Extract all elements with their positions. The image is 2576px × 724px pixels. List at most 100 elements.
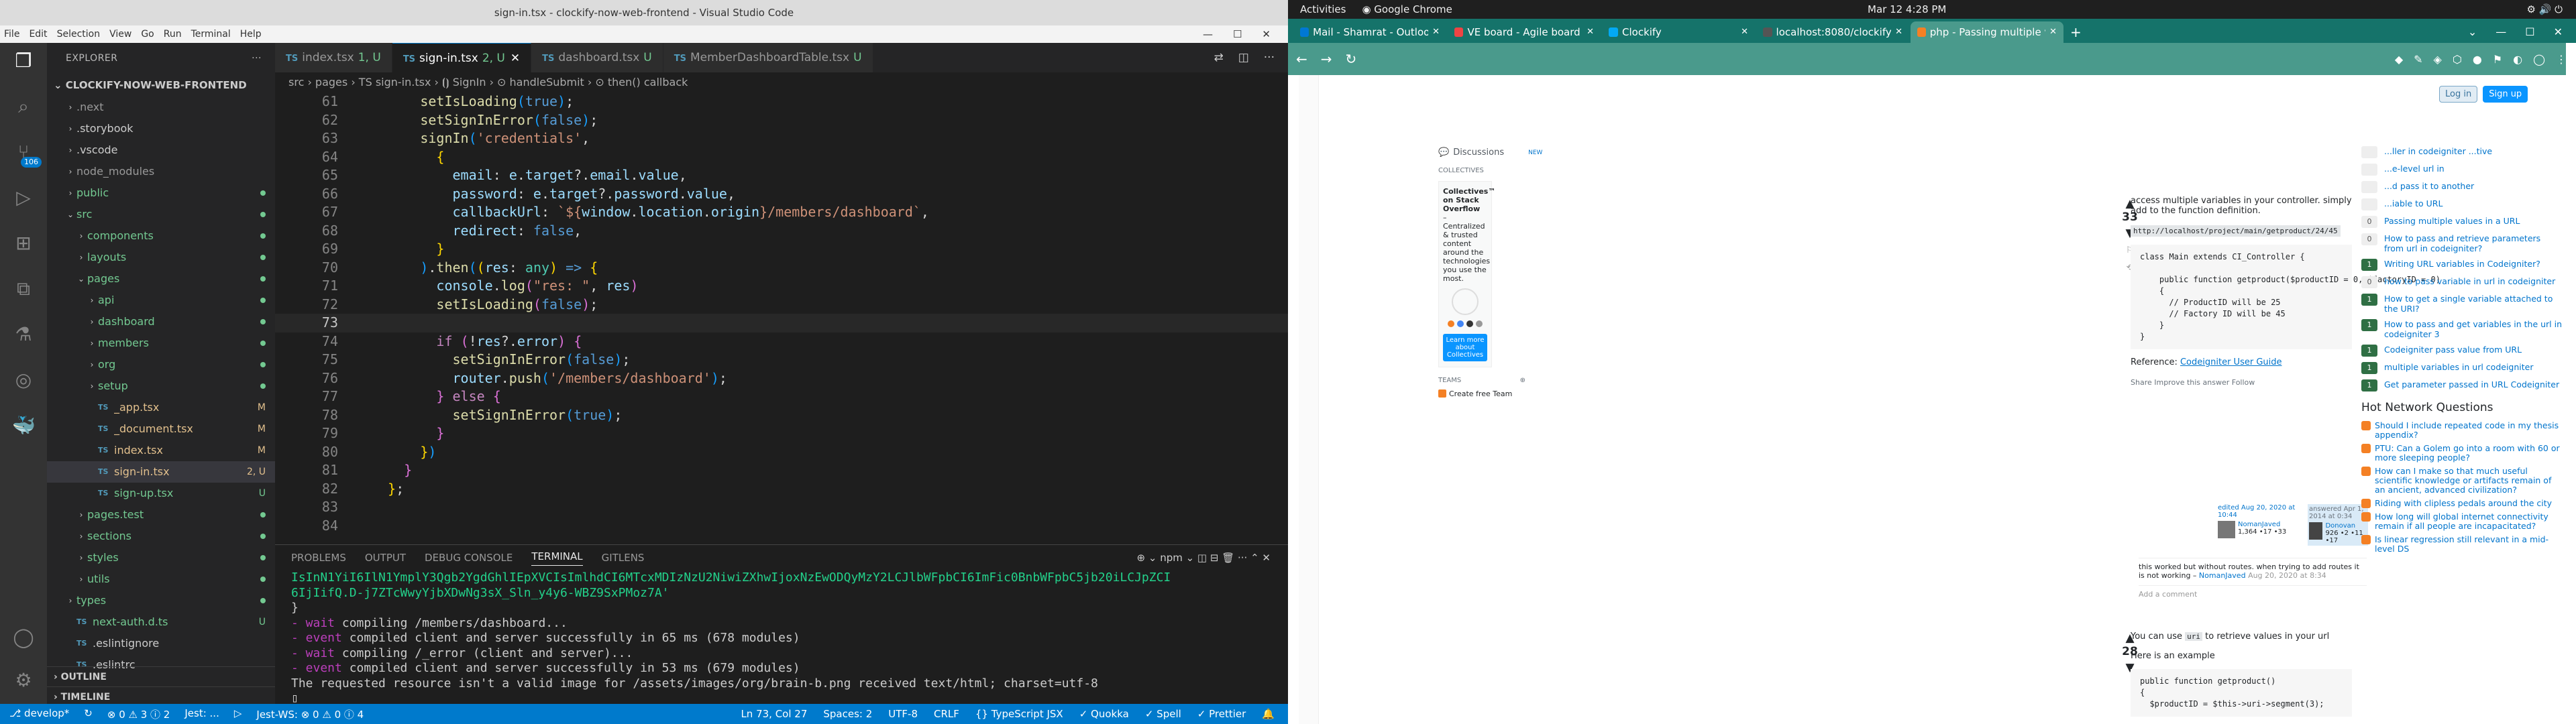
related-link[interactable]: Get parameter passed in URL Codeigniter xyxy=(2384,379,2559,391)
hot-question[interactable]: Should I include repeated code in my the… xyxy=(2361,421,2563,440)
folder-item[interactable]: › sections xyxy=(47,526,275,547)
search-icon[interactable]: ⌕ xyxy=(12,95,35,118)
extension-icon[interactable]: ◆ xyxy=(2395,53,2403,66)
hot-question[interactable]: How can I make so that much useful scien… xyxy=(2361,467,2563,495)
author-avatar[interactable] xyxy=(2309,522,2323,540)
code-editor[interactable]: 61 setIsLoading(true); 62 setSignInError(… xyxy=(275,93,1288,544)
related-question[interactable]: ...ller in codeigniter ...tive xyxy=(2361,146,2563,158)
status-item[interactable]: ▷ xyxy=(234,707,242,721)
status-item[interactable]: Jest-WS: ⊗ 0 ⚠ 0 ⓘ 4 xyxy=(256,707,364,721)
source-control-icon[interactable]: ⑂ 106 xyxy=(12,141,42,168)
run-debug-icon[interactable]: ▷ xyxy=(12,186,35,209)
folder-item[interactable]: › org xyxy=(47,354,275,375)
folder-item[interactable]: › .storybook xyxy=(47,118,275,139)
browser-tab[interactable]: VE board - Agile board - ✕ xyxy=(1448,21,1601,43)
split-editor-icon[interactable]: ◫ xyxy=(1238,51,1249,64)
tab-search-icon[interactable]: ⌄ xyxy=(2468,21,2477,43)
chrome-menu-icon[interactable]: ⋮ xyxy=(2556,53,2567,66)
status-item[interactable]: CRLF xyxy=(934,708,959,720)
file-item[interactable]: TS next-auth.d.ts U xyxy=(47,611,275,633)
learn-more-button[interactable]: Learn more about Collectives xyxy=(1443,334,1487,361)
terminal-output[interactable]: IsInN1YiI6IlN1YmplY3Qgb2YgdGhlIEpXVCIsIm… xyxy=(275,570,1288,707)
related-link[interactable]: How to get a single variable attached to… xyxy=(2384,294,2563,314)
extensions-icon[interactable]: ⊞ xyxy=(12,232,35,255)
related-question[interactable]: 1 Writing URL variables in Codeigniter? xyxy=(2361,259,2563,271)
editor-avatar[interactable] xyxy=(2218,521,2235,538)
close-icon[interactable]: ✕ xyxy=(2554,21,2563,43)
related-question[interactable]: 1 How to pass and get variables in the ur… xyxy=(2361,319,2563,339)
panel-tab[interactable]: OUTPUT xyxy=(365,552,406,564)
folder-item[interactable]: › setup xyxy=(47,375,275,397)
menu-file[interactable]: File xyxy=(4,29,19,40)
activities-button[interactable]: Activities xyxy=(1300,3,1346,15)
related-link[interactable]: Codeigniter pass value from URL xyxy=(2384,345,2522,357)
file-item[interactable]: TS .eslintignore xyxy=(47,633,275,654)
browser-tab[interactable]: php - Passing multiple va ✕ xyxy=(1911,21,2063,43)
maximize-icon[interactable]: ☐ xyxy=(1233,28,1242,40)
extension-icon[interactable]: ⚑ xyxy=(2493,53,2502,66)
more-actions-icon[interactable]: ··· xyxy=(252,43,275,74)
editor-name[interactable]: NomanJaved xyxy=(2238,521,2280,528)
extension-icon[interactable]: ⬡ xyxy=(2453,53,2462,66)
comment-user[interactable]: NomanJaved xyxy=(2199,571,2246,580)
panel-tab[interactable]: PROBLEMS xyxy=(291,552,346,564)
project-folder[interactable]: ⌄ CLOCKIFY-NOW-WEB-FRONTEND xyxy=(47,74,275,97)
related-link[interactable]: ...d pass it to another xyxy=(2384,181,2474,193)
folder-item[interactable]: › styles xyxy=(47,547,275,568)
panel-tab[interactable]: DEBUG CONSOLE xyxy=(425,552,513,564)
related-question[interactable]: 0 Passing multiple values in a URL xyxy=(2361,216,2563,228)
close-tab-icon[interactable]: ✕ xyxy=(1587,21,1594,43)
folder-item[interactable]: › dashboard xyxy=(47,311,275,333)
minimize-icon[interactable]: — xyxy=(1203,28,1213,40)
profile-avatar-icon[interactable]: ◯ xyxy=(2533,53,2545,66)
folder-item[interactable]: › node_modules xyxy=(47,161,275,182)
menu-view[interactable]: View xyxy=(109,29,131,40)
signup-button[interactable]: Sign up xyxy=(2483,86,2528,103)
related-question[interactable]: 1 multiple variables in url codeigniter xyxy=(2361,362,2563,374)
status-item[interactable]: ↻ xyxy=(84,707,93,721)
folder-item[interactable]: › members xyxy=(47,333,275,354)
folder-item[interactable]: › public xyxy=(47,182,275,204)
status-item[interactable]: UTF-8 xyxy=(888,708,918,720)
status-item[interactable]: 🔔 xyxy=(1262,708,1275,720)
folder-item[interactable]: › pages.test xyxy=(47,504,275,526)
forward-icon[interactable]: → xyxy=(1321,51,1332,67)
menu-run[interactable]: Run xyxy=(164,29,182,40)
menu-go[interactable]: Go xyxy=(141,29,154,40)
folder-item[interactable]: › .next xyxy=(47,97,275,118)
related-link[interactable]: How to pass and retrieve parameters from… xyxy=(2384,233,2563,253)
editor-tab[interactable]: TS MemberDashboardTable.tsx U xyxy=(663,43,873,72)
hot-question[interactable]: Is linear regression still relevant in a… xyxy=(2361,535,2563,554)
extension-icon[interactable]: ◐ xyxy=(2513,53,2522,66)
extension-icon[interactable]: ◈ xyxy=(2434,53,2442,66)
file-item[interactable]: TS _document.tsx M xyxy=(47,418,275,440)
related-question[interactable]: ...e-level url in xyxy=(2361,164,2563,176)
related-link[interactable]: multiple variables in url codeigniter xyxy=(2384,362,2534,374)
extension-icon[interactable]: ✎ xyxy=(2414,53,2422,66)
browser-tab[interactable]: Clockify ✕ xyxy=(1602,21,1755,43)
folder-item[interactable]: ⌄ src xyxy=(47,204,275,225)
status-item[interactable]: {} TypeScript JSX xyxy=(975,708,1063,720)
related-question[interactable]: 0 How to pass and retrieve parameters fro… xyxy=(2361,233,2563,253)
browser-tab[interactable]: localhost:8080/clockify- ✕ xyxy=(1756,21,1909,43)
status-item[interactable]: Spaces: 2 xyxy=(823,708,872,720)
outline-section[interactable]: › OUTLINE xyxy=(47,666,275,686)
answer1-actions[interactable]: Share Improve this answer Follow xyxy=(2131,378,2352,387)
hot-question[interactable]: PTU: Can a Golem go into a room with 60 … xyxy=(2361,444,2563,463)
minimize-icon[interactable]: — xyxy=(2496,21,2506,43)
new-tab-icon[interactable]: + xyxy=(2065,21,2087,43)
clock[interactable]: Mar 12 4:28 PM xyxy=(1868,0,1946,19)
docker-icon[interactable]: 🐳 xyxy=(12,414,36,437)
discussions-link[interactable]: Discussions xyxy=(1453,147,1504,158)
status-item[interactable]: Jest: ... xyxy=(184,707,219,721)
folder-item[interactable]: › .vscode xyxy=(47,139,275,161)
breadcrumb[interactable]: src › pages › TS sign-in.tsx › ⦗⦘ SignIn… xyxy=(275,72,1288,93)
related-question[interactable]: ...iable to URL xyxy=(2361,198,2563,210)
menu-selection[interactable]: Selection xyxy=(57,29,101,40)
status-item[interactable]: ✓ Spell xyxy=(1145,708,1181,720)
status-item[interactable]: ✓ Prettier xyxy=(1197,708,1246,720)
status-item[interactable]: Ln 73, Col 27 xyxy=(741,708,807,720)
editor-tab[interactable]: TS sign-in.tsx 2, U ✕ xyxy=(392,43,532,72)
menu-terminal[interactable]: Terminal xyxy=(191,29,231,40)
menu-edit[interactable]: Edit xyxy=(29,29,47,40)
